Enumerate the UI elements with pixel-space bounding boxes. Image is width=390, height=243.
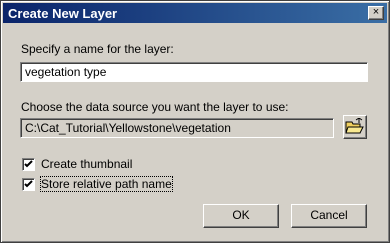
open-folder-icon xyxy=(345,118,364,134)
layer-name-label: Specify a name for the layer: xyxy=(21,42,174,56)
close-button[interactable]: × xyxy=(368,6,384,20)
title-bar[interactable]: Create New Layer × xyxy=(3,3,387,23)
close-icon: × xyxy=(372,6,380,18)
checkmark-icon xyxy=(24,160,33,168)
layer-name-input[interactable]: vegetation type xyxy=(20,62,368,82)
cancel-button[interactable]: Cancel xyxy=(291,204,367,228)
data-source-path-field[interactable]: C:\Cat_Tutorial\Yellowstone\vegetation xyxy=(20,118,334,138)
create-thumbnail-checkbox[interactable] xyxy=(22,158,35,171)
create-thumbnail-label[interactable]: Create thumbnail xyxy=(41,157,132,171)
browse-folder-button[interactable] xyxy=(343,115,367,139)
ok-button[interactable]: OK xyxy=(203,204,279,228)
checkmark-icon xyxy=(24,180,33,188)
data-source-label: Choose the data source you want the laye… xyxy=(21,100,289,114)
create-new-layer-dialog: Create New Layer × Specify a name for th… xyxy=(0,0,390,243)
dialog-title: Create New Layer xyxy=(8,6,118,21)
store-relative-path-label[interactable]: Store relative path name xyxy=(40,176,173,192)
store-relative-path-checkbox[interactable] xyxy=(22,178,35,191)
